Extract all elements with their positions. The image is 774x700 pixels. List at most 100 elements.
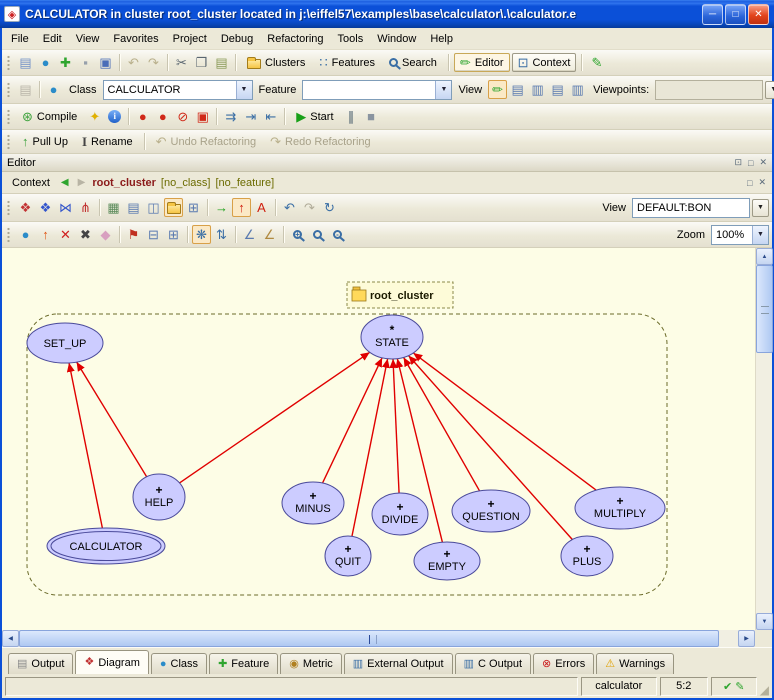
angle-low-icon[interactable]: ∠ — [260, 225, 279, 244]
toolbar-grip[interactable] — [7, 82, 10, 98]
debug-step-icon[interactable]: ● — [153, 107, 172, 126]
menu-view[interactable]: View — [69, 31, 107, 47]
maximize-button[interactable]: □ — [725, 4, 746, 25]
angle-high-icon[interactable]: ∠ — [240, 225, 259, 244]
menu-file[interactable]: File — [4, 31, 36, 47]
resize-grip[interactable]: ◢ — [760, 684, 769, 696]
class-node-state[interactable]: *STATE — [361, 315, 423, 359]
diagram-refresh-icon[interactable]: ↻ — [320, 198, 339, 217]
toolbar-grip[interactable] — [7, 200, 10, 216]
capture-icon[interactable]: ◫ — [144, 198, 163, 217]
class-links-icon[interactable]: ❖ — [16, 198, 35, 217]
maximize-pane-icon[interactable]: □ — [748, 158, 753, 168]
eraser-tool-icon[interactable]: ◆ — [96, 225, 115, 244]
class-node-plus[interactable]: +PLUS — [561, 536, 613, 576]
editor-button[interactable]: ✏ Editor — [454, 53, 510, 72]
cluster-label[interactable]: root_cluster — [347, 282, 453, 308]
inheritance-links-icon[interactable]: ⋔ — [76, 198, 95, 217]
step-out-icon[interactable]: ⇤ — [261, 107, 280, 126]
save-icon[interactable]: ▣ — [96, 53, 115, 72]
scroll-up-icon[interactable]: ▲ — [756, 248, 773, 265]
features-button[interactable]: ∷ Features — [313, 53, 381, 72]
add-class-icon[interactable]: ✚ — [56, 53, 75, 72]
view-ancestors-icon[interactable]: ▥ — [568, 80, 587, 99]
toolbar-grip[interactable] — [7, 55, 10, 71]
context-button[interactable]: ⊡ Context — [512, 53, 577, 72]
tab-errors[interactable]: ⊗Errors — [533, 653, 594, 674]
diagram-canvas[interactable]: root_clusterSET_UP*STATE+HELPCALCULATOR+… — [2, 248, 755, 630]
chevron-down-icon[interactable]: ▼ — [236, 81, 252, 99]
vertical-scroll-thumb[interactable] — [756, 265, 773, 353]
class-node-set_up[interactable]: SET_UP — [27, 323, 103, 363]
menu-edit[interactable]: Edit — [36, 31, 69, 47]
toolbar-grip[interactable] — [7, 134, 10, 150]
class-node-minus[interactable]: +MINUS — [282, 482, 344, 524]
menu-window[interactable]: Window — [370, 31, 423, 47]
inheritance-edge-question-state[interactable] — [404, 357, 480, 491]
inheritance-edge-minus-state[interactable] — [323, 358, 383, 483]
close-pane-icon[interactable]: ✕ — [759, 157, 767, 168]
vertical-scrollbar[interactable]: ▲ ▼ — [755, 248, 772, 630]
anchor-tool-icon[interactable]: ✖ — [76, 225, 95, 244]
sort-icon[interactable]: ⇅ — [212, 225, 231, 244]
history-back-icon[interactable]: ◀ — [59, 177, 71, 188]
maximize-pane-icon[interactable]: □ — [747, 178, 752, 188]
class-icon[interactable]: ● — [44, 80, 63, 99]
text-tool-icon[interactable]: A — [252, 198, 271, 217]
rename-button[interactable]: I Rename — [76, 132, 139, 151]
close-button[interactable]: ✕ — [748, 4, 769, 25]
zoom-fit-icon[interactable] — [308, 225, 327, 244]
supplier-links-icon[interactable]: ⋈ — [56, 198, 75, 217]
close-pane-icon[interactable]: ✕ — [758, 177, 766, 188]
tab-feature[interactable]: ✚Feature — [209, 653, 278, 674]
clusters-button[interactable]: Clusters — [241, 54, 311, 72]
layout-icon[interactable]: ⊟ — [144, 225, 163, 244]
view-flat-icon[interactable]: ▤ — [508, 80, 527, 99]
cluster-folder-icon[interactable] — [164, 198, 183, 217]
minimize-button[interactable]: ─ — [702, 4, 723, 25]
tab-c-output[interactable]: ▥C Output — [455, 653, 531, 674]
zoom-in-icon[interactable] — [288, 225, 307, 244]
scroll-down-icon[interactable]: ▼ — [756, 613, 773, 630]
tab-diagram[interactable]: ❖Diagram — [75, 650, 148, 674]
inheritance-edge-help-set_up[interactable] — [77, 362, 147, 477]
menu-tools[interactable]: Tools — [331, 31, 371, 47]
zoom-combobox[interactable]: 100% ▼ — [711, 225, 769, 245]
toolbar-grip[interactable] — [7, 227, 10, 243]
compile-button[interactable]: ⊛ Compile — [16, 107, 83, 126]
force-layout-icon[interactable]: ❋ — [192, 225, 211, 244]
copy-icon[interactable]: ❐ — [192, 53, 211, 72]
tab-warnings[interactable]: ⚠Warnings — [596, 653, 674, 674]
new-document-icon[interactable]: ▤ — [16, 53, 35, 72]
horizontal-scroll-thumb[interactable] — [19, 630, 719, 647]
view-editor-icon[interactable]: ✏ — [488, 80, 507, 99]
precompile-icon[interactable]: ✦ — [85, 107, 104, 126]
diagram-view-combobox[interactable]: DEFAULT:BON — [632, 198, 750, 218]
pull-up-button[interactable]: ↑ Pull Up — [16, 132, 74, 151]
stop-icon[interactable]: ■ — [362, 107, 381, 126]
class-node-empty[interactable]: +EMPTY — [414, 542, 480, 580]
diagram-undo-icon[interactable]: ↶ — [280, 198, 299, 217]
tab-class[interactable]: ●Class — [151, 653, 207, 674]
undock-pane-icon[interactable]: ⊡ — [734, 157, 742, 168]
view-contract-icon[interactable]: ▥ — [528, 80, 547, 99]
title-bar[interactable]: ◈ CALCULATOR in cluster root_cluster loc… — [0, 0, 774, 28]
view-interface-icon[interactable]: ▤ — [548, 80, 567, 99]
menu-help[interactable]: Help — [423, 31, 460, 47]
start-button[interactable]: ▶ Start — [290, 107, 339, 126]
inheritance-edge-divide-state[interactable] — [393, 359, 399, 493]
tab-metric[interactable]: ◉Metric — [280, 653, 342, 674]
menu-favorites[interactable]: Favorites — [106, 31, 165, 47]
menu-debug[interactable]: Debug — [214, 31, 260, 47]
scroll-right-icon[interactable]: ▶ — [738, 630, 755, 647]
paste-icon[interactable]: ▤ — [212, 53, 231, 72]
step-over-icon[interactable]: ⇉ — [221, 107, 240, 126]
tab-output[interactable]: ▤Output — [8, 653, 73, 674]
go-to-icon[interactable]: → — [212, 198, 231, 217]
feature-combobox[interactable]: ▼ — [302, 80, 452, 100]
toolbar-grip[interactable] — [7, 109, 10, 125]
class-node-calculator[interactable]: CALCULATOR — [47, 528, 165, 564]
tab-external-output[interactable]: ▥External Output — [344, 653, 453, 674]
pause-icon[interactable]: ∥ — [342, 107, 361, 126]
new-class-tool-icon[interactable]: ● — [16, 225, 35, 244]
